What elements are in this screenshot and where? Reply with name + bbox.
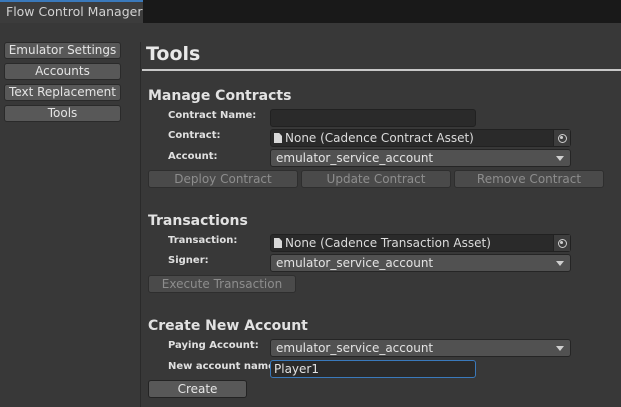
chevron-down-icon (556, 156, 564, 161)
contract-name-input[interactable] (270, 109, 476, 127)
create-button[interactable]: Create (148, 380, 247, 398)
update-contract-button[interactable]: Update Contract (301, 170, 451, 188)
page-title: Tools (146, 43, 201, 65)
signer-dropdown[interactable]: emulator_service_account (270, 254, 571, 272)
sidebar-item-tools[interactable]: Tools (4, 105, 121, 122)
transaction-field-value: None (Cadence Transaction Asset) (285, 236, 491, 250)
execute-transaction-button[interactable]: Execute Transaction (148, 275, 296, 293)
contract-label: Contract: (168, 130, 221, 141)
paying-account-label: Paying Account: (168, 340, 259, 351)
sidebar-item-emulator-settings[interactable]: Emulator Settings (4, 42, 121, 59)
create-account-heading: Create New Account (148, 318, 308, 334)
window-tab[interactable]: Flow Control Manager (0, 0, 143, 23)
title-underline (142, 69, 621, 71)
sidebar-divider (140, 42, 141, 407)
paying-account-value: emulator_service_account (276, 341, 434, 355)
paying-account-dropdown[interactable]: emulator_service_account (270, 339, 571, 357)
chevron-down-icon (556, 261, 564, 266)
transactions-heading: Transactions (148, 213, 248, 229)
account-dropdown[interactable]: emulator_service_account (270, 149, 571, 167)
transaction-object-field[interactable]: None (Cadence Transaction Asset) (270, 234, 571, 252)
manage-contracts-heading: Manage Contracts (148, 88, 292, 104)
new-account-name-input[interactable] (270, 360, 476, 378)
sidebar-item-accounts[interactable]: Accounts (4, 63, 121, 80)
deploy-contract-button[interactable]: Deploy Contract (148, 170, 298, 188)
object-picker-icon[interactable] (553, 235, 570, 251)
document-icon (274, 133, 282, 143)
transaction-label: Transaction: (168, 235, 238, 246)
contract-name-label: Contract Name: (168, 110, 257, 121)
contract-field-value: None (Cadence Contract Asset) (285, 131, 474, 145)
contract-object-field[interactable]: None (Cadence Contract Asset) (270, 129, 571, 147)
account-dropdown-value: emulator_service_account (276, 151, 434, 165)
remove-contract-button[interactable]: Remove Contract (454, 170, 604, 188)
chevron-down-icon (556, 346, 564, 351)
signer-dropdown-value: emulator_service_account (276, 256, 434, 270)
signer-label: Signer: (168, 255, 209, 266)
account-label: Account: (168, 151, 218, 162)
document-icon (274, 238, 282, 248)
new-account-name-label: New account name: (168, 361, 279, 372)
sidebar-item-text-replacement[interactable]: Text Replacement (4, 84, 121, 101)
object-picker-icon[interactable] (553, 130, 570, 146)
